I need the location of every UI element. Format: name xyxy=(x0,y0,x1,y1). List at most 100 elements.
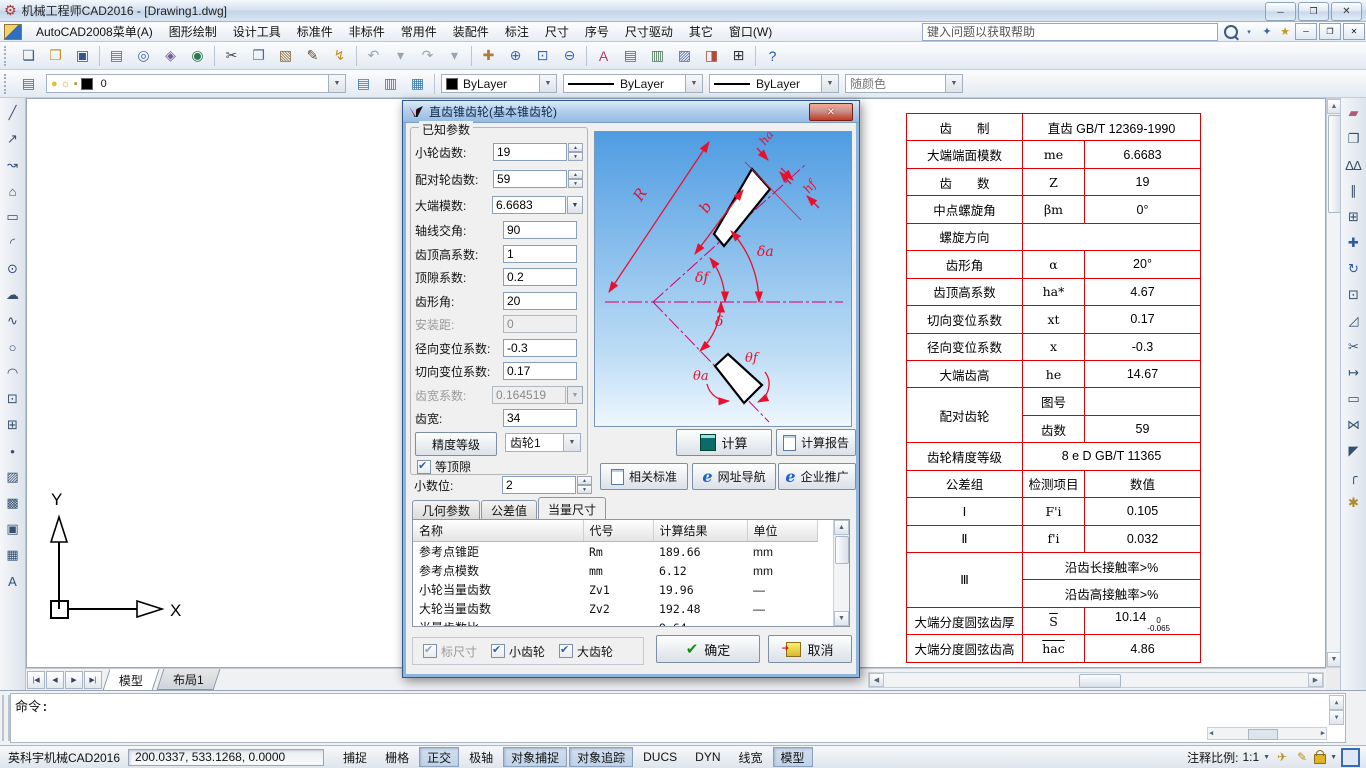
minimize-button[interactable]: ─ xyxy=(1265,2,1296,21)
document-restore-button[interactable]: ❐ xyxy=(1319,23,1341,40)
tab-last-button[interactable]: ▶| xyxy=(84,670,102,689)
publish-icon[interactable]: ◈ xyxy=(158,43,183,68)
scroll-up-arrow[interactable]: ▲ xyxy=(834,520,849,535)
save-icon[interactable]: ▣ xyxy=(70,43,95,68)
lock-dropdown-arrow[interactable]: ▼ xyxy=(1330,754,1337,761)
erase-icon[interactable]: ▰ xyxy=(1342,101,1366,125)
tab-prev-button[interactable]: ◀ xyxy=(46,670,64,689)
tab-tolerance-values[interactable]: 公差值 xyxy=(481,500,538,519)
color-combobox[interactable]: ByLayer ▼ xyxy=(441,74,557,93)
rotate-icon[interactable]: ↻ xyxy=(1342,257,1366,281)
toggle-正交[interactable]: 正交 xyxy=(419,747,460,767)
menu-item-9[interactable]: 尺寸 xyxy=(537,21,577,42)
field-input-12[interactable] xyxy=(503,409,577,427)
field-input-7[interactable] xyxy=(503,292,577,310)
layer-isolate-icon[interactable]: ▦ xyxy=(405,71,430,96)
field-input-5[interactable] xyxy=(503,245,577,263)
field-spinner[interactable]: ▲ ▼ xyxy=(568,143,583,161)
chamfer-icon[interactable]: ◤ xyxy=(1342,439,1366,463)
plot-preview-icon[interactable]: ◎ xyxy=(131,43,156,68)
extend-icon[interactable]: ↦ xyxy=(1342,361,1366,385)
zoom-previous-icon[interactable]: ⊖ xyxy=(557,43,582,68)
field-input-1[interactable] xyxy=(493,143,567,161)
layer-on-bulb-icon[interactable]: ● xyxy=(51,78,58,90)
layer-previous-icon[interactable]: ▥ xyxy=(378,71,403,96)
col-header-name[interactable]: 名称 xyxy=(413,520,584,542)
circle-icon[interactable]: ⊙ xyxy=(1,257,25,281)
menu-item-7[interactable]: 装配件 xyxy=(445,21,497,42)
publish-stack-icon[interactable]: ◨ xyxy=(699,43,724,68)
scroll-down-arrow[interactable]: ▼ xyxy=(1327,652,1341,667)
menu-item-13[interactable]: 窗口(W) xyxy=(721,21,780,42)
trim-icon[interactable]: ✂ xyxy=(1342,335,1366,359)
communication-center-icon[interactable]: ✦ xyxy=(1259,24,1275,40)
table-icon[interactable]: ▦ xyxy=(1,543,25,567)
scroll-thumb[interactable] xyxy=(1079,673,1121,688)
restore-button[interactable]: ❐ xyxy=(1298,2,1329,21)
menu-item-6[interactable]: 常用件 xyxy=(393,21,445,42)
fillet-icon[interactable]: ╭ xyxy=(1342,465,1366,489)
region-icon[interactable]: ▣ xyxy=(1,517,25,541)
command-input[interactable]: 命令: ▲ ▼ ◀ ▶ xyxy=(10,693,1346,743)
command-scrollbar[interactable]: ▲ ▼ xyxy=(1329,695,1344,725)
command-hscrollbar[interactable]: ◀ ▶ xyxy=(1207,727,1327,740)
point-icon[interactable]: • xyxy=(1,439,25,463)
annotation-scale-value[interactable]: 1:1 xyxy=(1242,750,1259,764)
linetype-dropdown-arrow[interactable]: ▼ xyxy=(685,75,702,92)
plotstyle-dropdown-arrow[interactable]: ▼ xyxy=(945,75,962,92)
color-dropdown-arrow[interactable]: ▼ xyxy=(539,75,556,92)
document-close-button[interactable]: ✕ xyxy=(1343,23,1365,40)
tab-equivalent-dimensions[interactable]: 当量尺寸 xyxy=(538,497,607,519)
toolbar-lock-icon[interactable] xyxy=(1314,750,1327,764)
toggle-DYN[interactable]: DYN xyxy=(687,747,728,767)
zoom-window-icon[interactable]: ⊡ xyxy=(530,43,555,68)
field-input-4[interactable] xyxy=(503,221,577,239)
scroll-thumb[interactable] xyxy=(835,536,849,564)
new-file-icon[interactable]: ❏ xyxy=(16,43,41,68)
equal-clearance-checkbox[interactable] xyxy=(417,459,431,474)
layer-lock-icon[interactable]: ▪ xyxy=(74,78,78,90)
field-input-3[interactable] xyxy=(492,196,566,214)
result-row-5[interactable]: 当量齿数比 9.64 xyxy=(413,618,817,627)
gradient-icon[interactable]: ▩ xyxy=(1,491,25,515)
ellipse-icon[interactable]: ○ xyxy=(1,335,25,359)
clean-screen-button[interactable] xyxy=(1341,747,1360,767)
auto-annotate-icon[interactable]: ✎ xyxy=(1294,749,1310,765)
layer-states-icon[interactable]: ▤ xyxy=(351,71,376,96)
construction-line-icon[interactable]: ↗ xyxy=(1,127,25,151)
annotation-scale-dropdown-arrow[interactable]: ▼ xyxy=(1263,754,1270,761)
search-icon[interactable] xyxy=(1224,24,1238,39)
gear-select-combobox[interactable]: 齿轮1 ▼ xyxy=(505,433,581,452)
copy-object-icon[interactable]: ❐ xyxy=(1342,127,1366,151)
toggle-捕捉[interactable]: 捕捉 xyxy=(335,747,375,767)
polyline-icon[interactable]: ↝ xyxy=(1,153,25,177)
layer-dropdown-arrow[interactable]: ▼ xyxy=(328,75,345,92)
linetype-combobox[interactable]: ByLayer ▼ xyxy=(563,74,703,93)
field-input-2[interactable] xyxy=(493,170,567,188)
menu-item-8[interactable]: 标注 xyxy=(497,21,537,42)
horizontal-scrollbar[interactable]: ◀ ▶ xyxy=(868,671,1324,688)
layer-combobox[interactable]: ● ☼ ▪ 0 ▼ xyxy=(46,74,346,93)
col-header-unit[interactable]: 单位 xyxy=(747,520,818,542)
quick-calc-icon[interactable]: ⊞ xyxy=(726,43,751,68)
design-center-icon[interactable]: ▥ xyxy=(645,43,670,68)
open-file-icon[interactable]: ❐ xyxy=(43,43,68,68)
move-icon[interactable]: ✚ xyxy=(1342,231,1366,255)
join-icon[interactable]: ⋈ xyxy=(1342,413,1366,437)
toolbar-grip[interactable] xyxy=(4,73,11,94)
ellipse-arc-icon[interactable]: ◠ xyxy=(1,361,25,385)
zoom-realtime-icon[interactable]: ⊕ xyxy=(503,43,528,68)
scroll-left-arrow[interactable]: ◀ xyxy=(869,672,884,687)
layer-freeze-sun-icon[interactable]: ☼ xyxy=(61,78,71,90)
result-row-4[interactable]: 大轮当量齿数 Zv2 192.48 — xyxy=(413,599,817,618)
annotation-visibility-icon[interactable]: ✈ xyxy=(1274,749,1290,765)
lineweight-combobox[interactable]: ByLayer ▼ xyxy=(709,74,839,93)
calculate-button[interactable]: 计算 xyxy=(676,429,772,456)
toggle-栅格[interactable]: 栅格 xyxy=(377,747,417,767)
stretch-icon[interactable]: ◿ xyxy=(1342,309,1366,333)
menu-item-10[interactable]: 序号 xyxy=(577,21,617,42)
menu-item-3[interactable]: 设计工具 xyxy=(225,21,289,42)
menu-item-11[interactable]: 尺寸驱动 xyxy=(617,21,681,42)
offset-icon[interactable]: ∥ xyxy=(1342,179,1366,203)
undo-drop-icon[interactable]: ▾ xyxy=(388,43,413,68)
